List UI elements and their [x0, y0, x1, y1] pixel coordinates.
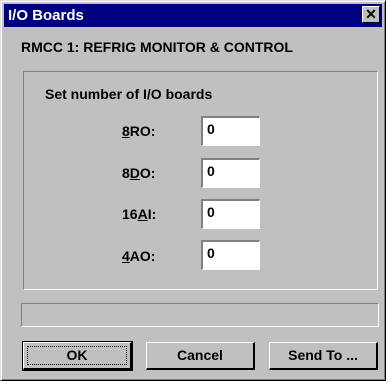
group-label: Set number of I/O boards	[45, 86, 213, 102]
status-bar	[21, 303, 379, 327]
input-16ai[interactable]: 0	[201, 199, 260, 229]
title-bar[interactable]: I/O Boards ✕	[4, 4, 382, 27]
focus-rect	[27, 346, 127, 365]
label-4ao: 4AO:	[122, 248, 156, 264]
controller-name: RMCC 1: REFRIG MONITOR & CONTROL	[21, 39, 293, 55]
label-8ro: 8RO:	[122, 123, 156, 139]
send-to-button[interactable]: Send To ...	[269, 342, 378, 370]
cancel-button[interactable]: Cancel	[146, 342, 255, 370]
window-title: I/O Boards	[8, 7, 84, 24]
io-boards-dialog: I/O Boards ✕ RMCC 1: REFRIG MONITOR & CO…	[0, 0, 386, 381]
input-8ro[interactable]: 0	[201, 116, 260, 146]
close-icon[interactable]: ✕	[362, 6, 380, 23]
label-16ai: 16AI:	[122, 206, 157, 222]
input-4ao[interactable]: 0	[201, 240, 260, 270]
ok-button[interactable]: OK	[22, 341, 133, 371]
io-boards-group: Set number of I/O boards 8RO: 0 8DO: 0 1…	[23, 71, 378, 290]
input-8do[interactable]: 0	[201, 158, 260, 188]
label-8do: 8DO:	[122, 165, 156, 181]
